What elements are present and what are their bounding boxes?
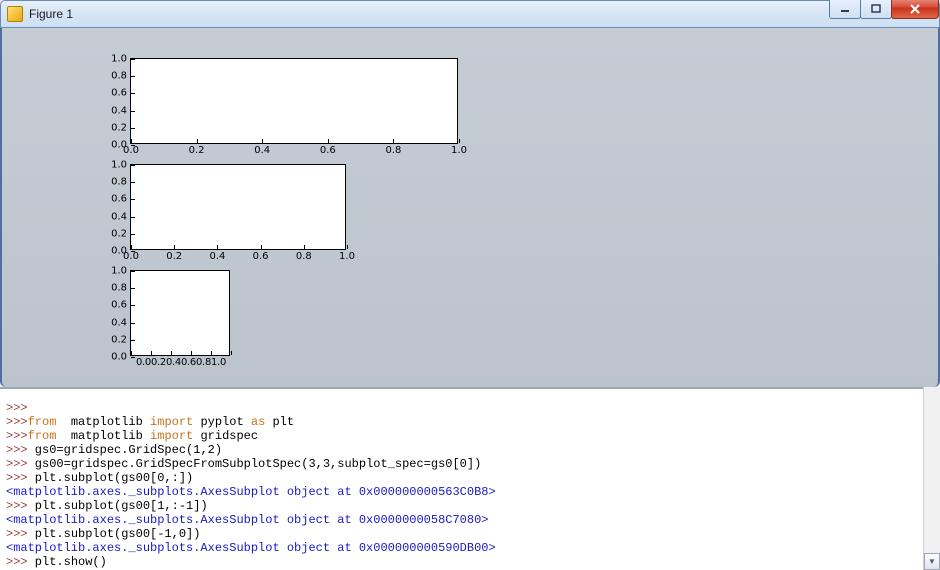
x-tick-label: 0.6 xyxy=(320,143,336,156)
y-tick-label: 0.4 xyxy=(111,105,131,116)
y-tick-label: 0.4 xyxy=(111,317,131,328)
x-tick-label: 0.2 xyxy=(189,143,205,156)
console-code: import xyxy=(150,415,193,429)
x-tick-label: 0.0 xyxy=(123,249,139,262)
console-code: gs00=gridspec.GridSpecFromSubplotSpec(3,… xyxy=(28,457,482,471)
console-code: gs0=gridspec.GridSpec(1,2) xyxy=(28,443,222,457)
subplot-0[interactable]: 0.00.20.40.60.81.00.00.20.40.60.81.0 xyxy=(130,58,458,144)
x-tick-label: 0.8 xyxy=(296,249,312,262)
y-tick-label: 0.2 xyxy=(111,334,131,345)
console-code: plt.subplot(gs00[0,:]) xyxy=(28,471,194,485)
minimize-icon xyxy=(840,4,850,14)
console-code: plt.subplot(gs00[1,:-1]) xyxy=(28,499,208,513)
window-controls xyxy=(830,0,939,21)
y-tick-label: 0.6 xyxy=(111,88,131,99)
y-tick-label: 0.2 xyxy=(111,122,131,133)
close-button[interactable] xyxy=(891,0,939,19)
console-code: plt xyxy=(265,415,294,429)
subplot-2[interactable]: 0.00.20.40.60.81.00.00.20.40.60.81.0 xyxy=(130,270,230,356)
x-tick-label: 0.00.20.40.60.81.0 xyxy=(136,355,226,368)
console-output: <matplotlib.axes._subplots.AxesSubplot o… xyxy=(6,485,496,499)
close-icon xyxy=(909,3,921,15)
maximize-button[interactable] xyxy=(860,0,892,19)
console-prompt: >>> xyxy=(6,415,28,429)
console-prompt: >>> xyxy=(6,401,28,415)
console-code: plt.subplot(gs00[-1,0]) xyxy=(28,527,201,541)
x-tick-label: 1.0 xyxy=(339,249,355,262)
console-prompt: >>> xyxy=(6,527,28,541)
y-tick-label: 0.8 xyxy=(111,283,131,294)
x-tick-label: 0.2 xyxy=(166,249,182,262)
x-tick-label: 0.4 xyxy=(209,249,225,262)
y-tick-label: 0.2 xyxy=(111,228,131,239)
console-prompt: >>> xyxy=(6,499,28,513)
console-prompt: >>> xyxy=(6,471,28,485)
x-tick-label: 0.6 xyxy=(253,249,269,262)
y-tick-label: 0.6 xyxy=(111,300,131,311)
y-tick-label: 0.8 xyxy=(111,71,131,82)
minimize-button[interactable] xyxy=(829,0,861,19)
x-tick-label: 0.0 xyxy=(123,143,139,156)
y-tick-label: 0.8 xyxy=(111,177,131,188)
console-code: from xyxy=(28,429,57,443)
chevron-down-icon: ▼ xyxy=(928,557,936,566)
console-code: from xyxy=(28,415,57,429)
python-console[interactable]: >>> >>>from matplotlib import pyplot as … xyxy=(0,387,940,570)
console-code: matplotlib xyxy=(56,429,150,443)
y-tick-label: 1.0 xyxy=(111,54,131,65)
console-output: <matplotlib.axes._subplots.AxesSubplot o… xyxy=(6,513,488,527)
console-scrollbar[interactable]: ▼ xyxy=(923,387,940,570)
console-prompt: >>> xyxy=(6,443,28,457)
scroll-down-button[interactable]: ▼ xyxy=(924,553,940,570)
x-tick-label: 1.0 xyxy=(451,143,467,156)
console-prompt: >>> xyxy=(6,555,28,569)
console-prompt: >>> xyxy=(6,457,28,471)
console-code: plt.show() xyxy=(28,555,107,569)
x-tick-label: 0.8 xyxy=(385,143,401,156)
console-code: as xyxy=(251,415,265,429)
maximize-icon xyxy=(871,4,881,14)
window-titlebar[interactable]: Figure 1 xyxy=(0,0,940,28)
y-tick-label: 0.6 xyxy=(111,194,131,205)
subplot-1[interactable]: 0.00.20.40.60.81.00.00.20.40.60.81.0 xyxy=(130,164,346,250)
y-tick-label: 1.0 xyxy=(111,266,131,277)
console-code: matplotlib xyxy=(56,415,150,429)
window-title: Figure 1 xyxy=(29,7,73,21)
figure-canvas[interactable]: 0.00.20.40.60.81.00.00.20.40.60.81.0 0.0… xyxy=(0,28,940,387)
y-tick-label: 0.0 xyxy=(111,352,131,363)
console-code: import xyxy=(150,429,193,443)
console-code: pyplot xyxy=(193,415,251,429)
console-code: gridspec xyxy=(193,429,258,443)
app-icon xyxy=(7,6,23,22)
y-tick-label: 0.4 xyxy=(111,211,131,222)
x-tick-label: 0.4 xyxy=(254,143,270,156)
y-tick-label: 1.0 xyxy=(111,160,131,171)
console-output: <matplotlib.axes._subplots.AxesSubplot o… xyxy=(6,541,496,555)
console-prompt: >>> xyxy=(6,429,28,443)
